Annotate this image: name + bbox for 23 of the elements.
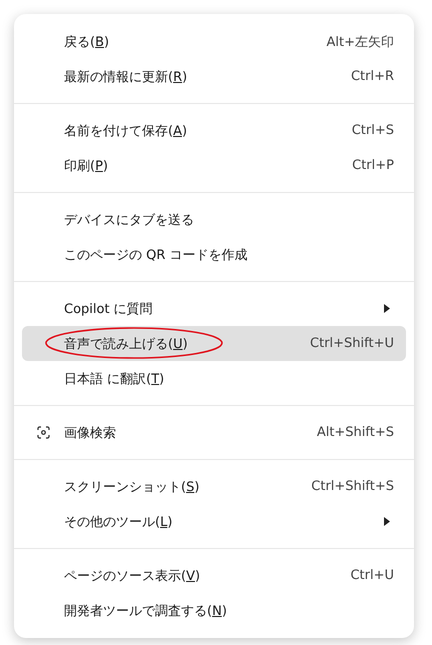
menu-item[interactable]: その他のツール(L) bbox=[22, 504, 406, 539]
menu-item[interactable]: 最新の情報に更新(R) Ctrl+R bbox=[22, 59, 406, 94]
menu-item[interactable]: 印刷(P) Ctrl+P bbox=[22, 148, 406, 183]
shortcut-text: Alt+左矢印 bbox=[326, 34, 394, 50]
menu-item[interactable]: Copilot に質問 bbox=[22, 291, 406, 326]
menu-item[interactable]: このページの QR コードを作成 bbox=[22, 237, 406, 272]
menu-item[interactable]: ページのソース表示(V) Ctrl+U bbox=[22, 558, 406, 593]
menu-item[interactable]: 音声で読み上げる(U) Ctrl+Shift+U bbox=[22, 326, 406, 361]
shortcut-text: Ctrl+Shift+S bbox=[311, 479, 394, 494]
shortcut-text: Alt+Shift+S bbox=[316, 425, 394, 440]
menu-item[interactable]: 開発者ツールで調査する(N) bbox=[22, 593, 406, 628]
menu-item[interactable]: 日本語 に翻訳(T) bbox=[22, 361, 406, 396]
shortcut-text: Ctrl+U bbox=[350, 568, 394, 583]
menu-item[interactable]: 画像検索 Alt+Shift+S bbox=[22, 415, 406, 450]
visual-search-icon bbox=[36, 426, 50, 439]
shortcut-text: Ctrl+R bbox=[350, 69, 394, 84]
menu-item[interactable]: デバイスにタブを送る bbox=[22, 202, 406, 237]
menu-item[interactable]: 名前を付けて保存(A) Ctrl+S bbox=[22, 113, 406, 148]
shortcut-text: Ctrl+S bbox=[352, 123, 394, 138]
shortcut-text: Ctrl+P bbox=[352, 158, 394, 173]
menu-item[interactable]: スクリーンショット(S) Ctrl+Shift+S bbox=[22, 469, 406, 504]
menu-item[interactable]: 戻る(B) Alt+左矢印 bbox=[22, 24, 406, 59]
shortcut-text: Ctrl+Shift+U bbox=[310, 336, 394, 351]
